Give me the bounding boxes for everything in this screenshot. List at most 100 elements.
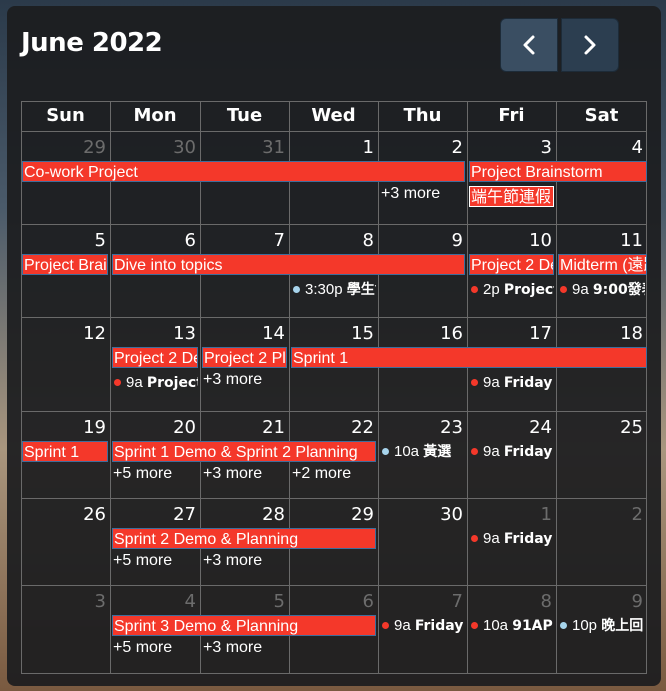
day-number[interactable]: 13 (172, 323, 196, 344)
timed-event[interactable]: 9a Friday (471, 529, 554, 549)
event-dot-icon (471, 378, 478, 386)
timed-event[interactable]: 10a 91AP (471, 616, 554, 636)
day-number[interactable]: 4 (619, 137, 643, 158)
day-number[interactable]: 31 (261, 137, 285, 158)
event-bar[interactable]: Co-work Project (22, 161, 465, 182)
day-number[interactable]: 23 (439, 417, 463, 438)
day-number[interactable]: 21 (261, 417, 285, 438)
more-link[interactable]: +5 more (113, 465, 172, 483)
weekday-header: Tue (226, 105, 263, 126)
day-number[interactable]: 1 (528, 504, 552, 525)
day-number[interactable]: 29 (82, 137, 106, 158)
event-bar[interactable]: Project 2 Planning (202, 347, 287, 368)
day-number[interactable]: 2 (439, 137, 463, 158)
day-number[interactable]: 7 (439, 591, 463, 612)
day-number[interactable]: 20 (172, 417, 196, 438)
event-title: Friday (503, 531, 553, 547)
timed-event[interactable]: 9a Project (114, 373, 198, 393)
day-number[interactable]: 16 (439, 323, 463, 344)
event-time: 3:30p (305, 281, 347, 298)
day-number[interactable]: 7 (261, 230, 285, 251)
event-bar[interactable]: 端午節連假 (469, 186, 554, 207)
event-dot-icon (293, 285, 300, 293)
more-link[interactable]: +3 more (203, 371, 262, 389)
day-number[interactable]: 15 (350, 323, 374, 344)
event-bar[interactable]: Project Brainstorm (22, 254, 108, 275)
event-title: Friday (503, 444, 553, 460)
day-number[interactable]: 6 (172, 230, 196, 251)
event-bar[interactable]: Midterm (遠距) (558, 254, 647, 275)
grid-row-line (21, 585, 647, 586)
more-link[interactable]: +5 more (113, 552, 172, 570)
timed-event[interactable]: 10a 黃選 (382, 442, 465, 462)
event-bar[interactable]: Sprint 2 Demo & Planning (112, 528, 376, 549)
grid-col-line (378, 101, 379, 674)
more-link[interactable]: +3 more (203, 552, 262, 570)
timed-event[interactable]: 10p 晚上回 (560, 616, 645, 636)
event-bar[interactable]: Sprint 1 Demo & Sprint 2 Planning (112, 441, 376, 462)
event-bar[interactable]: Project 2 Demo (112, 347, 198, 368)
more-link[interactable]: +3 more (203, 465, 262, 483)
timed-event[interactable]: 9a Friday (382, 616, 465, 636)
day-number[interactable]: 25 (619, 417, 643, 438)
day-number[interactable]: 9 (439, 230, 463, 251)
event-time: 9a (483, 530, 504, 547)
event-dot-icon (471, 447, 478, 455)
day-number[interactable]: 24 (528, 417, 552, 438)
day-number[interactable]: 19 (82, 417, 106, 438)
event-bar[interactable]: Project Brainstorm (469, 161, 647, 182)
timed-event[interactable]: 3:30p 學生會議 (293, 280, 376, 300)
month-grid: Sun Mon Tue Wed Thu Fri Sat 29 30 31 1 2 3 4 Co-work P… (21, 101, 647, 674)
event-title: Project (146, 375, 198, 391)
day-number[interactable]: 4 (172, 591, 196, 612)
day-number[interactable]: 9 (619, 591, 643, 612)
prev-month-button[interactable] (500, 18, 558, 72)
timed-event[interactable]: 9a Friday (471, 373, 554, 393)
day-number[interactable]: 2 (619, 504, 643, 525)
day-number[interactable]: 30 (172, 137, 196, 158)
event-dot-icon (471, 285, 478, 293)
chevron-right-icon (584, 35, 596, 55)
day-number[interactable]: 29 (350, 504, 374, 525)
day-number[interactable]: 28 (261, 504, 285, 525)
day-number[interactable]: 30 (439, 504, 463, 525)
day-number[interactable]: 22 (350, 417, 374, 438)
day-number[interactable]: 14 (261, 323, 285, 344)
event-dot-icon (560, 621, 567, 629)
day-number[interactable]: 6 (350, 591, 374, 612)
day-number[interactable]: 3 (82, 591, 106, 612)
grid-row-line (21, 317, 647, 318)
day-number[interactable]: 17 (528, 323, 552, 344)
event-bar[interactable]: Sprint 1 (22, 441, 108, 462)
day-number[interactable]: 3 (528, 137, 552, 158)
more-link[interactable]: +3 more (381, 185, 440, 203)
day-number[interactable]: 8 (350, 230, 374, 251)
day-number[interactable]: 5 (261, 591, 285, 612)
grid-col-line (200, 101, 201, 674)
grid-col-line (21, 101, 22, 674)
grid-row-line (21, 131, 647, 132)
day-number[interactable]: 18 (619, 323, 643, 344)
event-bar[interactable]: Dive into topics (112, 254, 465, 275)
event-title: Friday (414, 618, 464, 634)
event-title: Project (503, 282, 554, 298)
timed-event[interactable]: 9a Friday (471, 442, 554, 462)
day-number[interactable]: 12 (82, 323, 106, 344)
event-time: 10p (572, 617, 602, 634)
event-bar[interactable]: Sprint 1 (291, 347, 647, 368)
day-number[interactable]: 10 (528, 230, 552, 251)
next-month-button[interactable] (561, 18, 619, 72)
day-number[interactable]: 27 (172, 504, 196, 525)
timed-event[interactable]: 2p Project (471, 280, 554, 300)
day-number[interactable]: 11 (619, 230, 643, 251)
day-number[interactable]: 8 (528, 591, 552, 612)
more-link[interactable]: +2 more (292, 465, 351, 483)
timed-event[interactable]: 9a 9:00發表 (560, 280, 645, 300)
day-number[interactable]: 26 (82, 504, 106, 525)
event-bar[interactable]: Project 2 Demo (469, 254, 554, 275)
more-link[interactable]: +5 more (113, 639, 172, 657)
day-number[interactable]: 1 (350, 137, 374, 158)
more-link[interactable]: +3 more (203, 639, 262, 657)
event-bar[interactable]: Sprint 3 Demo & Planning (112, 615, 376, 636)
day-number[interactable]: 5 (82, 230, 106, 251)
